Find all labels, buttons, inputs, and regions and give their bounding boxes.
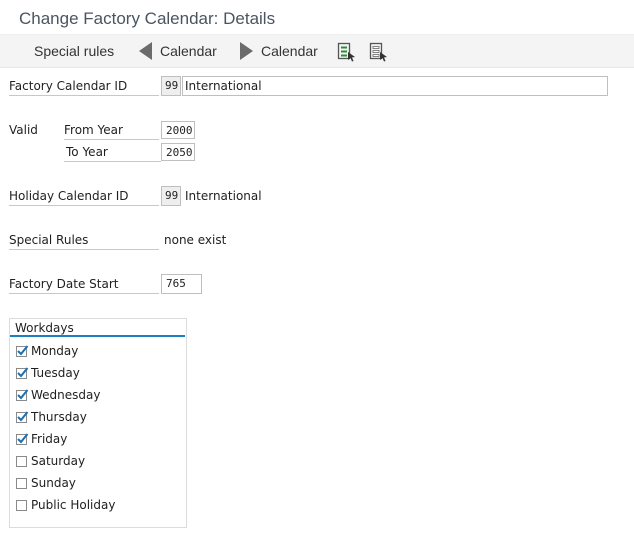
checkbox[interactable] — [16, 410, 29, 423]
factory-calendar-id-field[interactable]: 99 — [161, 76, 181, 96]
workday-label: Monday — [31, 344, 79, 358]
checkbox[interactable] — [16, 477, 27, 489]
deselect-all-icon[interactable] — [369, 42, 389, 62]
workday-saturday[interactable]: Saturday — [16, 452, 85, 470]
holiday-calendar-name: International — [185, 189, 262, 203]
workday-thursday[interactable]: Thursday — [16, 408, 87, 426]
workday-sunday[interactable]: Sunday — [16, 474, 76, 492]
from-year-label: From Year — [64, 121, 159, 140]
next-calendar-button[interactable]: Calendar — [240, 35, 318, 67]
workday-tuesday[interactable]: Tuesday — [16, 364, 80, 382]
factory-calendar-id-label: Factory Calendar ID — [9, 77, 159, 96]
factory-date-start-label: Factory Date Start — [9, 275, 159, 294]
to-year-field[interactable]: 2050 — [161, 143, 195, 161]
checkmark-icon — [17, 388, 29, 399]
previous-calendar-button[interactable]: Calendar — [139, 35, 217, 67]
checkbox[interactable] — [16, 499, 27, 511]
workday-label: Friday — [31, 432, 68, 446]
workdays-title-underline — [10, 335, 185, 337]
select-all-icon[interactable] — [337, 42, 357, 62]
valid-label: Valid — [9, 123, 38, 137]
workdays-group: Workdays Monday Tuesday Wednesday Thursd… — [9, 318, 187, 528]
from-year-field[interactable]: 2000 — [161, 121, 195, 139]
workday-label: Tuesday — [31, 366, 80, 380]
workday-monday[interactable]: Monday — [16, 342, 78, 360]
toolbar: Special rules Calendar Calendar — [0, 35, 634, 68]
special-rules-value: none exist — [164, 233, 227, 247]
workday-label: Sunday — [31, 476, 76, 490]
workday-label: Public Holiday — [31, 498, 116, 512]
workday-label: Thursday — [31, 410, 87, 424]
to-year-label: To Year — [64, 143, 161, 162]
arrow-left-icon — [139, 42, 152, 60]
checkmark-icon — [17, 432, 29, 443]
factory-date-start-field[interactable]: 765 — [161, 274, 202, 294]
special-rules-label: Special Rules — [9, 231, 159, 250]
previous-calendar-label: Calendar — [160, 43, 217, 59]
arrow-right-icon — [240, 42, 253, 60]
holiday-calendar-id-field[interactable]: 99 — [161, 186, 181, 206]
checkbox[interactable] — [16, 388, 29, 401]
checkbox[interactable] — [16, 344, 29, 357]
title-bar: Change Factory Calendar: Details — [0, 0, 634, 35]
next-calendar-label: Calendar — [261, 43, 318, 59]
workday-label: Wednesday — [31, 388, 101, 402]
page-title: Change Factory Calendar: Details — [19, 9, 276, 28]
workday-friday[interactable]: Friday — [16, 430, 67, 448]
factory-calendar-name-field[interactable]: International — [182, 76, 608, 96]
special-rules-label: Special rules — [34, 43, 115, 59]
checkmark-icon — [17, 410, 29, 421]
holiday-calendar-id-label: Holiday Calendar ID — [9, 187, 159, 206]
checkbox[interactable] — [16, 455, 27, 467]
checkbox[interactable] — [16, 432, 29, 445]
workdays-title: Workdays — [15, 321, 74, 335]
checkmark-icon — [17, 344, 29, 355]
workday-label: Saturday — [31, 454, 86, 468]
checkmark-icon — [17, 366, 29, 377]
special-rules-button[interactable]: Special rules — [34, 35, 114, 67]
workday-wednesday[interactable]: Wednesday — [16, 386, 100, 404]
workday-public-holiday[interactable]: Public Holiday — [16, 496, 115, 514]
checkbox[interactable] — [16, 366, 29, 379]
